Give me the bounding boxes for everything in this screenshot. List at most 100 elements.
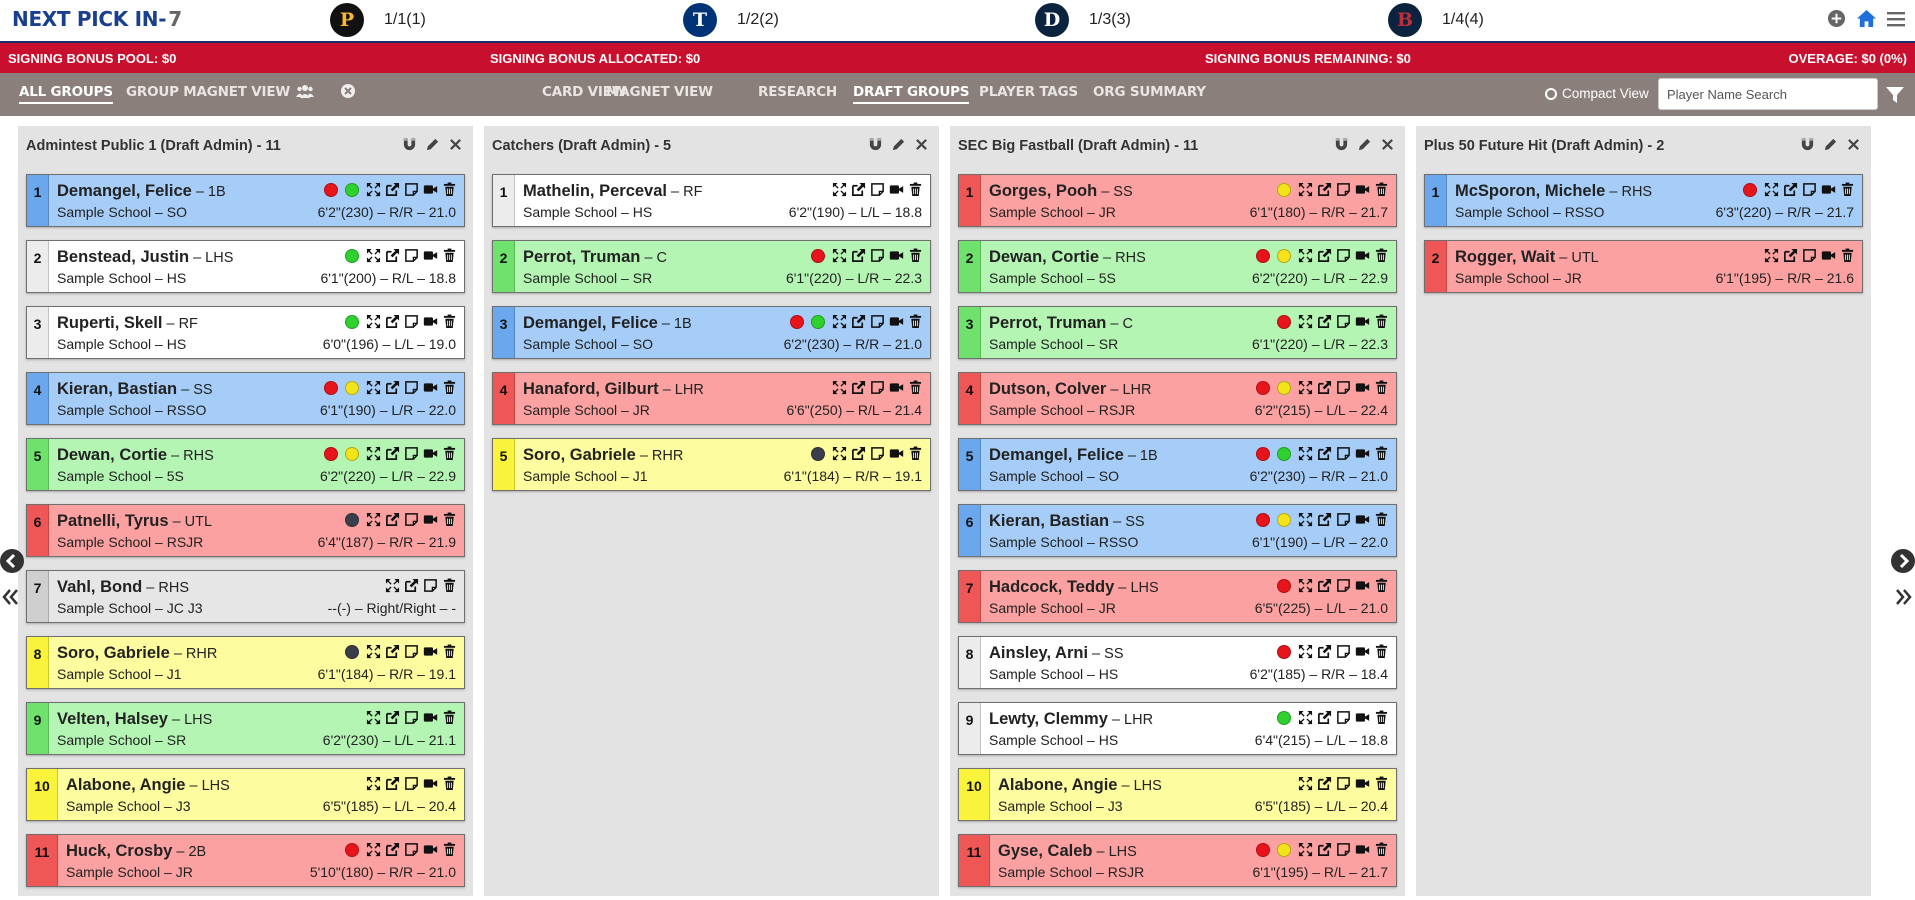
external-link-icon[interactable] xyxy=(1317,776,1332,791)
external-link-icon[interactable] xyxy=(385,842,400,857)
video-icon[interactable] xyxy=(1355,710,1370,725)
note-icon[interactable] xyxy=(1336,710,1351,725)
external-link-icon[interactable] xyxy=(851,314,866,329)
player-name[interactable]: Soro, Gabriele xyxy=(57,644,170,662)
video-icon[interactable] xyxy=(889,248,904,263)
player-card[interactable]: 6 Kieran, Bastian – SS Sample School – RSS… xyxy=(958,504,1397,557)
video-icon[interactable] xyxy=(1355,644,1370,659)
external-link-icon[interactable] xyxy=(1783,248,1798,263)
note-icon[interactable] xyxy=(1336,512,1351,527)
trash-icon[interactable] xyxy=(442,842,457,857)
video-icon[interactable] xyxy=(889,446,904,461)
note-icon[interactable] xyxy=(404,380,419,395)
home-icon[interactable] xyxy=(1856,9,1877,28)
external-link-icon[interactable] xyxy=(1317,842,1332,857)
note-icon[interactable] xyxy=(404,182,419,197)
users-icon[interactable] xyxy=(296,83,314,103)
video-icon[interactable] xyxy=(1355,182,1370,197)
tab-group-magnet-view[interactable]: GROUP MAGNET VIEW xyxy=(126,84,290,100)
video-icon[interactable] xyxy=(1821,182,1836,197)
external-link-icon[interactable] xyxy=(1317,644,1332,659)
video-icon[interactable] xyxy=(889,314,904,329)
note-icon[interactable] xyxy=(404,512,419,527)
trash-icon[interactable] xyxy=(1374,446,1389,461)
video-icon[interactable] xyxy=(423,644,438,659)
video-icon[interactable] xyxy=(423,776,438,791)
external-link-icon[interactable] xyxy=(1317,446,1332,461)
note-icon[interactable] xyxy=(870,248,885,263)
player-name[interactable]: McSporon, Michele xyxy=(1455,182,1605,200)
filter-icon[interactable] xyxy=(1885,85,1905,110)
trash-icon[interactable] xyxy=(442,182,457,197)
note-icon[interactable] xyxy=(1336,380,1351,395)
note-icon[interactable] xyxy=(870,314,885,329)
player-name[interactable]: Kieran, Bastian xyxy=(989,512,1109,530)
expand-icon[interactable] xyxy=(366,644,381,659)
external-link-icon[interactable] xyxy=(385,248,400,263)
player-name[interactable]: Hadcock, Teddy xyxy=(989,578,1114,596)
player-name[interactable]: Perrot, Truman xyxy=(989,314,1106,332)
trash-icon[interactable] xyxy=(1840,248,1855,263)
trash-icon[interactable] xyxy=(1374,710,1389,725)
tab-player-tags[interactable]: PLAYER TAGS xyxy=(979,84,1078,100)
player-card[interactable]: 1 Gorges, Pooh – SS Sample School – JR 6'1"… xyxy=(958,174,1397,227)
magnet-icon[interactable] xyxy=(402,137,417,152)
video-icon[interactable] xyxy=(423,380,438,395)
clear-circle-icon[interactable] xyxy=(340,83,356,103)
edit-pencil-icon[interactable] xyxy=(1823,137,1838,152)
hamburger-menu-icon[interactable] xyxy=(1887,11,1905,27)
player-name[interactable]: Huck, Crosby xyxy=(66,842,172,860)
player-card[interactable]: 10 Alabone, Angie – LHS Sample School – J3… xyxy=(26,768,465,821)
player-card[interactable]: 2 Benstead, Justin – LHS Sample School – H… xyxy=(26,240,465,293)
trash-icon[interactable] xyxy=(442,380,457,395)
magnet-icon[interactable] xyxy=(868,137,883,152)
note-icon[interactable] xyxy=(423,578,438,593)
player-name[interactable]: Soro, Gabriele xyxy=(523,446,636,464)
external-link-icon[interactable] xyxy=(385,644,400,659)
player-card[interactable]: 9 Velten, Halsey – LHS Sample School – SR 6… xyxy=(26,702,465,755)
pick-slot-4[interactable]: B 1/4(4) xyxy=(1388,2,1484,38)
external-link-icon[interactable] xyxy=(385,710,400,725)
note-icon[interactable] xyxy=(1336,446,1351,461)
video-icon[interactable] xyxy=(889,182,904,197)
external-link-icon[interactable] xyxy=(1317,182,1332,197)
expand-icon[interactable] xyxy=(1298,644,1313,659)
close-icon[interactable] xyxy=(1380,137,1395,152)
player-card[interactable]: 5 Demangel, Felice – 1B Sample School – SO… xyxy=(958,438,1397,491)
trash-icon[interactable] xyxy=(1374,644,1389,659)
player-card[interactable]: 2 Perrot, Truman – C Sample School – SR 6'1… xyxy=(492,240,931,293)
trash-icon[interactable] xyxy=(442,578,457,593)
trash-icon[interactable] xyxy=(442,248,457,263)
external-link-icon[interactable] xyxy=(404,578,419,593)
external-link-icon[interactable] xyxy=(385,314,400,329)
expand-icon[interactable] xyxy=(1298,248,1313,263)
note-icon[interactable] xyxy=(404,776,419,791)
video-icon[interactable] xyxy=(423,248,438,263)
expand-icon[interactable] xyxy=(832,380,847,395)
magnet-icon[interactable] xyxy=(1800,137,1815,152)
player-name[interactable]: Ainsley, Arni xyxy=(989,644,1088,662)
player-name[interactable]: Demangel, Felice xyxy=(989,446,1124,464)
expand-icon[interactable] xyxy=(366,842,381,857)
scroll-first-icon[interactable] xyxy=(2,588,18,611)
note-icon[interactable] xyxy=(404,314,419,329)
expand-icon[interactable] xyxy=(1298,578,1313,593)
player-name[interactable]: Rogger, Wait xyxy=(1455,248,1555,266)
video-icon[interactable] xyxy=(1821,248,1836,263)
expand-icon[interactable] xyxy=(1298,182,1313,197)
trash-icon[interactable] xyxy=(908,182,923,197)
player-card[interactable]: 1 Mathelin, Perceval – RF Sample School – … xyxy=(492,174,931,227)
expand-icon[interactable] xyxy=(1298,380,1313,395)
video-icon[interactable] xyxy=(1355,248,1370,263)
video-icon[interactable] xyxy=(1355,776,1370,791)
trash-icon[interactable] xyxy=(1840,182,1855,197)
note-icon[interactable] xyxy=(1336,842,1351,857)
trash-icon[interactable] xyxy=(442,776,457,791)
player-card[interactable]: 11 Gyse, Caleb – LHS Sample School – RSJR 6… xyxy=(958,834,1397,887)
trash-icon[interactable] xyxy=(908,248,923,263)
video-icon[interactable] xyxy=(1355,512,1370,527)
trash-icon[interactable] xyxy=(442,446,457,461)
note-icon[interactable] xyxy=(404,644,419,659)
note-icon[interactable] xyxy=(404,446,419,461)
note-icon[interactable] xyxy=(1336,578,1351,593)
